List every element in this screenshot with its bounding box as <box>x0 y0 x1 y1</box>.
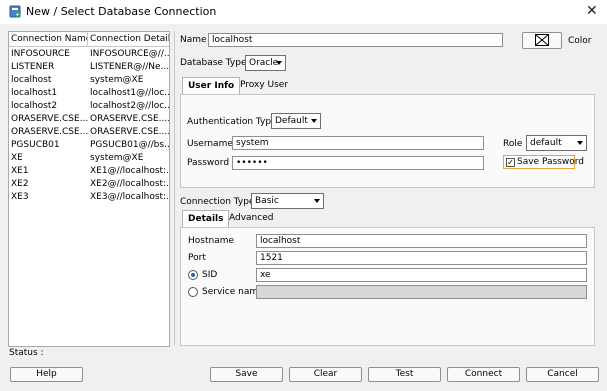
connection-name: INFOSOURCE <box>11 49 70 59</box>
connection-list: Connection Name Connection Details INFOS… <box>8 31 170 347</box>
connection-type-label: Connection Type <box>180 197 255 207</box>
connection-details: INFOSOURCE@//... <box>90 49 169 59</box>
sid-radio[interactable] <box>188 270 198 280</box>
connection-name: XE2 <box>11 179 29 189</box>
clear-button[interactable]: Clear <box>289 367 362 382</box>
connection-details: ORASERVE.CSE.... <box>90 127 169 137</box>
color-label: Color <box>568 36 592 46</box>
service-name-label: Service name <box>202 287 264 297</box>
sid-label: SID <box>202 270 218 280</box>
connection-type-value: Basic <box>255 196 279 206</box>
name-label: Name <box>180 35 207 45</box>
auth-type-select[interactable]: Default <box>271 113 321 129</box>
database-type-value: Oracle <box>249 58 279 68</box>
tab-user-info[interactable]: User Info <box>182 77 241 94</box>
save-button[interactable]: Save <box>210 367 283 382</box>
username-label: Username <box>187 139 233 149</box>
list-item[interactable]: XE1 XE1@//localhost:... <box>9 165 169 178</box>
connection-type-select[interactable]: Basic <box>251 193 324 209</box>
column-header-details[interactable]: Connection Details <box>88 32 169 46</box>
connection-details: ORASERVE.CSE.... <box>90 114 169 124</box>
cancel-button[interactable]: Cancel <box>526 367 599 382</box>
connection-details: system@XE <box>90 153 144 163</box>
role-select[interactable]: default <box>526 135 587 151</box>
close-icon[interactable]: ✕ <box>586 3 598 19</box>
save-password-label: Save Password <box>517 157 584 167</box>
connection-details: system@XE <box>90 75 144 85</box>
hostname-label: Hostname <box>188 236 235 246</box>
test-button[interactable]: Test <box>368 367 441 382</box>
status-label: Status : <box>9 348 44 358</box>
role-label: Role <box>503 139 523 149</box>
database-connection-icon <box>9 5 21 18</box>
connection-details: XE2@//localhost:... <box>90 179 169 189</box>
connection-name: XE <box>11 153 23 163</box>
list-item[interactable]: XE system@XE <box>9 152 169 165</box>
service-name-field <box>256 285 587 299</box>
auth-type-value: Default <box>275 116 308 126</box>
port-label: Port <box>188 253 206 263</box>
connection-details: XE1@//localhost:... <box>90 166 169 176</box>
connection-details: XE3@//localhost:... <box>90 192 169 202</box>
connection-name: ORASERVE.CSE.... <box>11 127 88 137</box>
connection-details: PGSUCB01@//bs... <box>90 140 169 150</box>
tab-details[interactable]: Details <box>182 210 230 227</box>
connection-name: localhost2 <box>11 101 58 111</box>
chevron-down-icon <box>311 119 317 123</box>
chevron-down-icon <box>314 199 320 203</box>
list-item[interactable]: localhost1 localhost1@//loc... <box>9 87 169 100</box>
password-label: Password <box>187 158 230 168</box>
list-item[interactable]: localhost system@XE <box>9 74 169 87</box>
connection-name: ORASERVE.CSE.... <box>11 114 88 124</box>
service-name-radio[interactable] <box>188 287 198 297</box>
connection-name: localhost <box>11 75 52 85</box>
connection-name: PGSUCB01 <box>11 140 60 150</box>
username-field[interactable]: system <box>232 136 484 150</box>
connection-name: XE1 <box>11 166 29 176</box>
password-field[interactable]: •••••• <box>232 156 484 170</box>
checkmark-icon: ✓ <box>506 158 515 167</box>
connection-name: XE3 <box>11 192 29 202</box>
role-value: default <box>530 138 562 148</box>
list-item[interactable]: ORASERVE.CSE.... ORASERVE.CSE.... <box>9 126 169 139</box>
connection-name: localhost1 <box>11 88 58 98</box>
color-picker-button[interactable] <box>522 32 562 49</box>
chevron-down-icon <box>276 61 282 65</box>
connection-details: localhost1@//loc... <box>90 88 169 98</box>
list-item[interactable]: XE2 XE2@//localhost:... <box>9 178 169 191</box>
name-field[interactable]: localhost <box>208 33 503 47</box>
auth-type-label: Authentication Type <box>187 117 277 127</box>
database-type-select[interactable]: Oracle <box>245 55 286 71</box>
window-title: New / Select Database Connection <box>26 5 217 18</box>
tab-advanced[interactable]: Advanced <box>224 210 278 227</box>
connection-name: LISTENER <box>11 62 55 72</box>
list-item[interactable]: ORASERVE.CSE.... ORASERVE.CSE.... <box>9 113 169 126</box>
port-field[interactable]: 1521 <box>256 251 587 265</box>
database-type-label: Database Type <box>180 58 247 68</box>
list-item[interactable]: INFOSOURCE INFOSOURCE@//... <box>9 48 169 61</box>
list-item[interactable]: PGSUCB01 PGSUCB01@//bs... <box>9 139 169 152</box>
connection-details: LISTENER@//Ne... <box>90 62 169 72</box>
connection-details: localhost2@//loc... <box>90 101 169 111</box>
hostname-field[interactable]: localhost <box>256 234 587 248</box>
color-swatch-icon <box>535 34 549 46</box>
list-item[interactable]: LISTENER LISTENER@//Ne... <box>9 61 169 74</box>
column-header-name[interactable]: Connection Name <box>9 32 88 46</box>
save-password-checkbox[interactable]: ✓ Save Password <box>503 155 584 169</box>
chevron-down-icon <box>577 141 583 145</box>
tab-proxy-user[interactable]: Proxy User <box>235 77 293 94</box>
list-item[interactable]: XE3 XE3@//localhost:... <box>9 191 169 204</box>
splitter[interactable] <box>174 31 175 345</box>
help-button[interactable]: Help <box>10 367 83 382</box>
connect-button[interactable]: Connect <box>447 367 520 382</box>
sid-field[interactable]: xe <box>256 268 587 282</box>
list-item[interactable]: localhost2 localhost2@//loc... <box>9 100 169 113</box>
list-header: Connection Name Connection Details <box>9 32 169 47</box>
